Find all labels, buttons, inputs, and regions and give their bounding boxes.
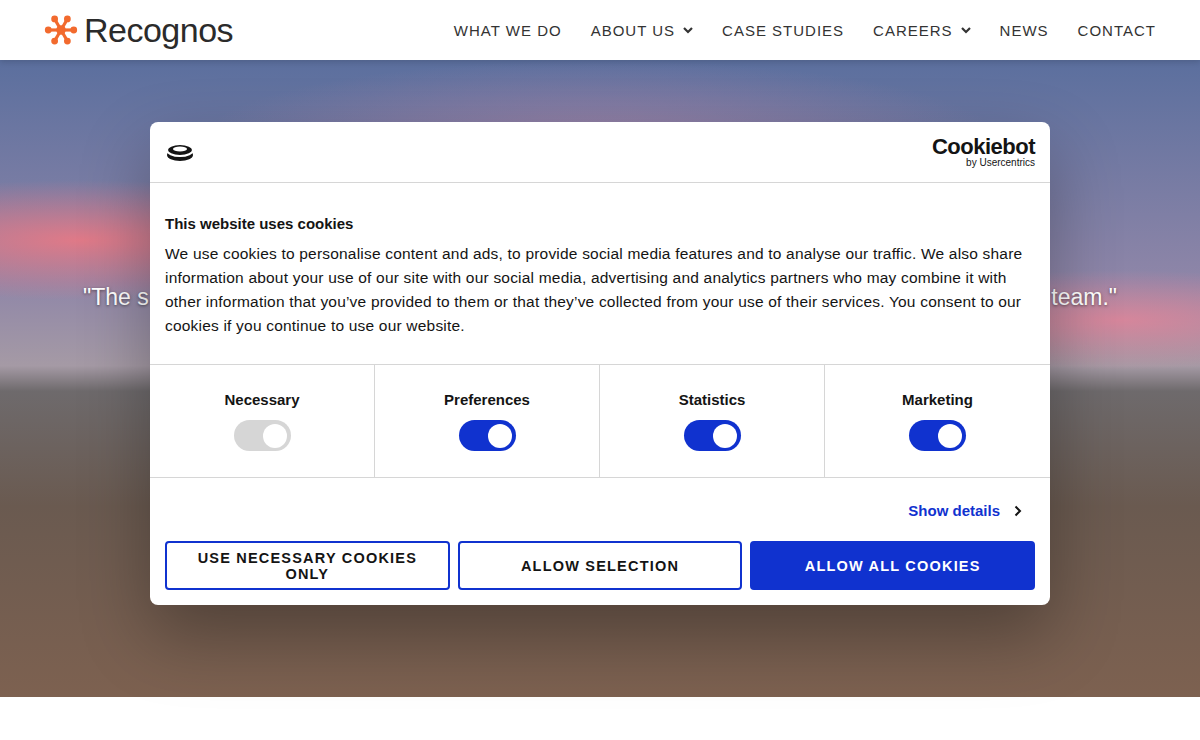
main-nav: WHAT WE DO ABOUT US CASE STUDIES CAREERS NEW… [454, 22, 1156, 39]
cookie-stack-icon [165, 141, 195, 163]
cookie-category: Marketing [825, 365, 1050, 477]
quote-end: team." [1051, 284, 1117, 311]
logo-asterisk-icon [44, 13, 78, 47]
category-toggle[interactable] [459, 420, 516, 451]
chevron-down-icon [683, 27, 693, 34]
nav-item[interactable]: CONTACT [1078, 22, 1156, 39]
page-body [0, 697, 1200, 740]
page: Recognos WHAT WE DO ABOUT US CASE STUDIES CA… [0, 0, 1200, 740]
cookiebot-brand[interactable]: Cookiebotby Usercentrics [932, 136, 1035, 168]
category-toggle [234, 420, 291, 451]
dialog-title: This website uses cookies [165, 215, 1035, 232]
cookie-category: Necessary [150, 365, 375, 477]
cookie-category: Statistics [600, 365, 825, 477]
cookie-categories: NecessaryPreferencesStatisticsMarketing [150, 364, 1050, 478]
chevron-down-icon [961, 27, 971, 34]
logo-text: Recognos [84, 11, 233, 50]
dialog-text: We use cookies to personalise content an… [165, 242, 1035, 338]
site-header: Recognos WHAT WE DO ABOUT US CASE STUDIES CA… [0, 0, 1200, 60]
cookie-category: Preferences [375, 365, 600, 477]
nav-item[interactable]: ABOUT US [591, 22, 693, 39]
nav-item[interactable]: NEWS [1000, 22, 1049, 39]
dialog-buttons: USE NECESSARY COOKIES ONLYALLOW SELECTIO… [150, 533, 1050, 605]
consent-button[interactable]: ALLOW SELECTION [458, 541, 743, 590]
nav-item[interactable]: CASE STUDIES [722, 22, 844, 39]
nav-item[interactable]: CAREERS [873, 22, 971, 39]
nav-item[interactable]: WHAT WE DO [454, 22, 562, 39]
logo[interactable]: Recognos [44, 11, 233, 50]
dialog-header: Cookiebotby Usercentrics [150, 122, 1050, 183]
consent-button[interactable]: ALLOW ALL COOKIES [750, 541, 1035, 590]
consent-button[interactable]: USE NECESSARY COOKIES ONLY [165, 541, 450, 590]
show-details-link[interactable]: Show details [908, 502, 1022, 519]
quote-start: "The s [83, 284, 149, 311]
category-toggle[interactable] [684, 420, 741, 451]
category-toggle[interactable] [909, 420, 966, 451]
dialog-content: This website uses cookies We use cookies … [150, 183, 1050, 364]
chevron-right-icon [1014, 505, 1022, 517]
details-row: Show details [150, 478, 1050, 533]
cookie-dialog: Cookiebotby Usercentrics This website use… [150, 122, 1050, 605]
